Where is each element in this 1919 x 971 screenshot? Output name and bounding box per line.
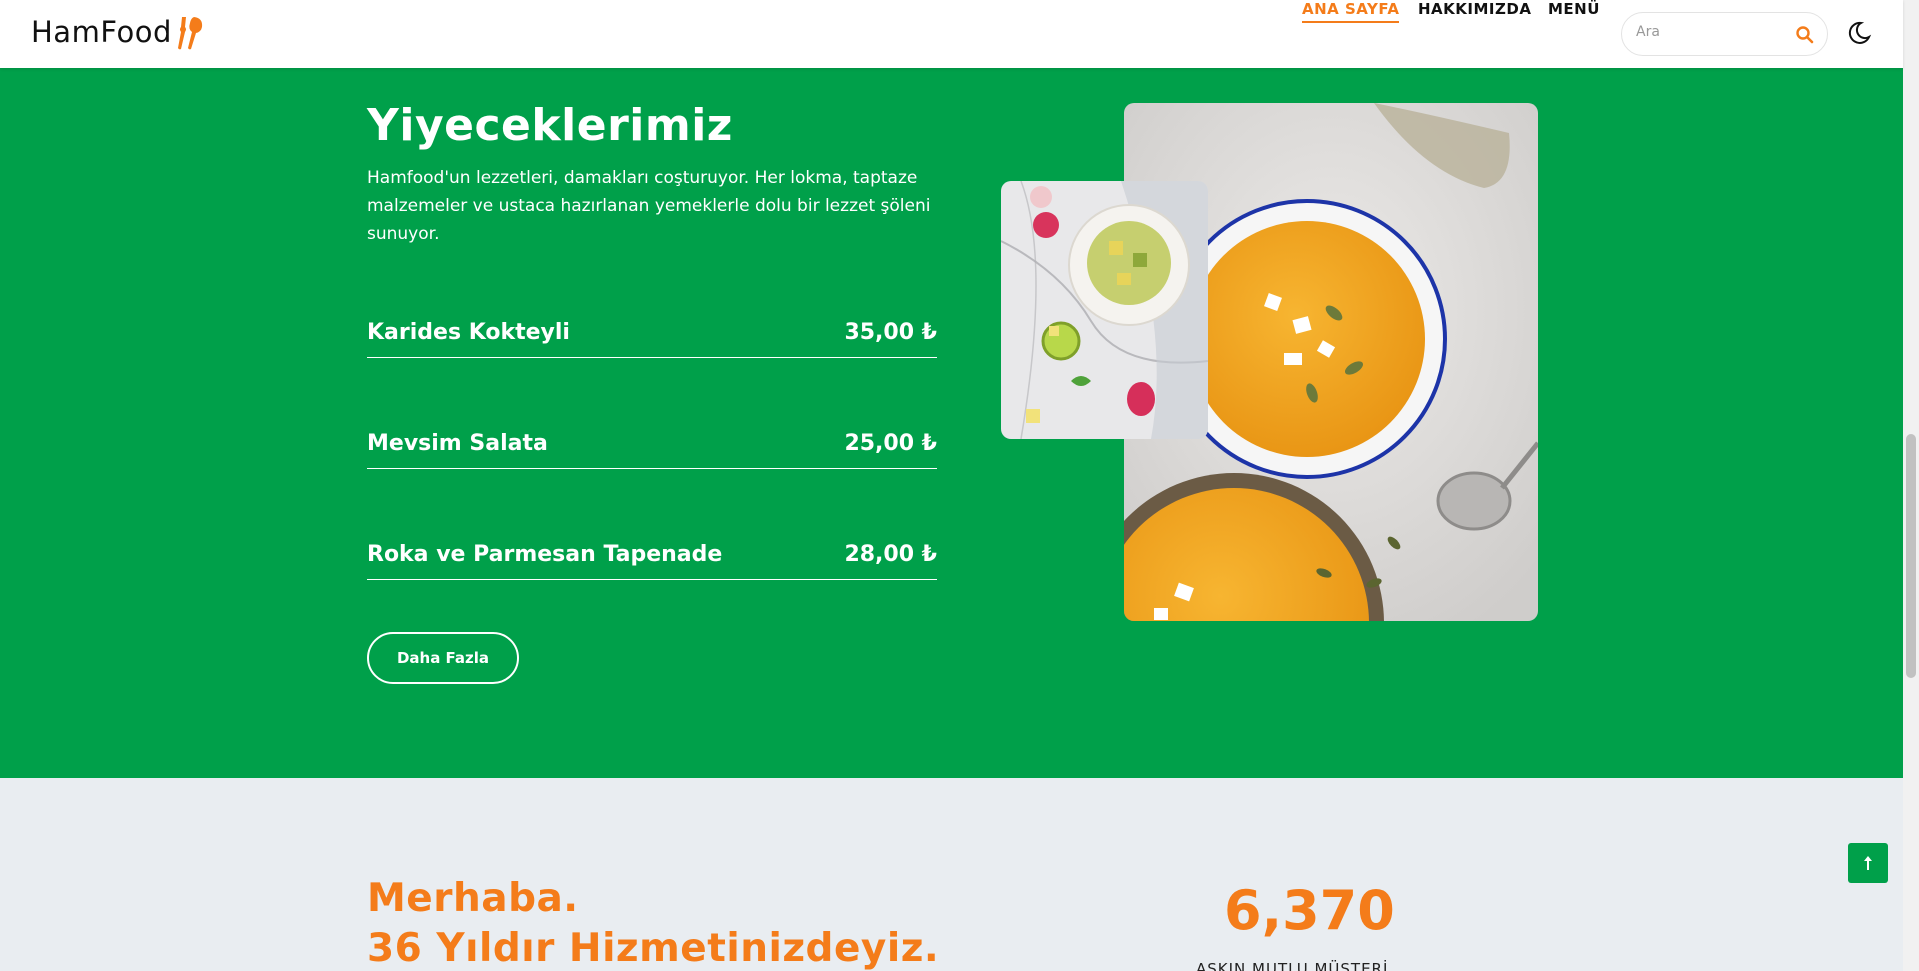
section-description: Hamfood'un lezzetleri, damakları coşturu… xyxy=(367,168,931,244)
menu-item-price: 28,00 ₺ xyxy=(844,542,937,567)
menu-item-name: Karides Kokteyli xyxy=(367,320,570,345)
welcome-line-1: Merhaba. xyxy=(367,876,579,921)
welcome-heading: Merhaba. 36 Yıldır Hizmetinizdeyiz. xyxy=(367,874,939,971)
search-box xyxy=(1621,12,1828,56)
scroll-to-top-button[interactable] xyxy=(1848,843,1888,883)
scrollbar-thumb[interactable] xyxy=(1906,434,1916,678)
search-input[interactable] xyxy=(1636,24,1786,40)
foods-section: Yiyeceklerimiz Hamfood'un lezzetleri, da… xyxy=(0,68,1903,778)
nav-menu[interactable]: MENÜ xyxy=(1548,0,1600,18)
menu-item-price: 25,00 ₺ xyxy=(844,431,937,456)
menu-item-price: 35,00 ₺ xyxy=(844,320,937,345)
arrow-up-icon xyxy=(1864,856,1872,870)
stat-label: AŞKIN MUTLU MÜŞTERİ xyxy=(1196,960,1389,971)
more-button[interactable]: Daha Fazla xyxy=(367,632,519,684)
logo-text: HamFood xyxy=(31,15,172,49)
site-header: HamFood ANA SAYFA HAKKIMIZDA MENÜ xyxy=(0,0,1903,68)
fork-spoon-icon xyxy=(177,17,202,50)
menu-item-name: Roka ve Parmesan Tapenade xyxy=(367,542,723,567)
nav-hakkimizda[interactable]: HAKKIMIZDA xyxy=(1418,0,1531,18)
menu-item: Roka ve Parmesan Tapenade 28,00 ₺ xyxy=(367,534,937,580)
menu-item: Mevsim Salata 25,00 ₺ xyxy=(367,423,937,469)
logo[interactable]: HamFood xyxy=(31,13,206,51)
search-icon[interactable] xyxy=(1795,25,1815,45)
menu-item: Karides Kokteyli 35,00 ₺ xyxy=(367,312,937,358)
section-title: Yiyeceklerimiz xyxy=(367,100,733,151)
welcome-line-2: 36 Yıldır Hizmetinizdeyiz. xyxy=(367,926,940,971)
nav-ana-sayfa[interactable]: ANA SAYFA xyxy=(1302,0,1400,23)
moon-icon[interactable] xyxy=(1846,20,1872,46)
stat-value: 6,370 xyxy=(1224,879,1395,942)
menu-item-name: Mevsim Salata xyxy=(367,431,548,456)
salad-image xyxy=(1001,181,1208,439)
